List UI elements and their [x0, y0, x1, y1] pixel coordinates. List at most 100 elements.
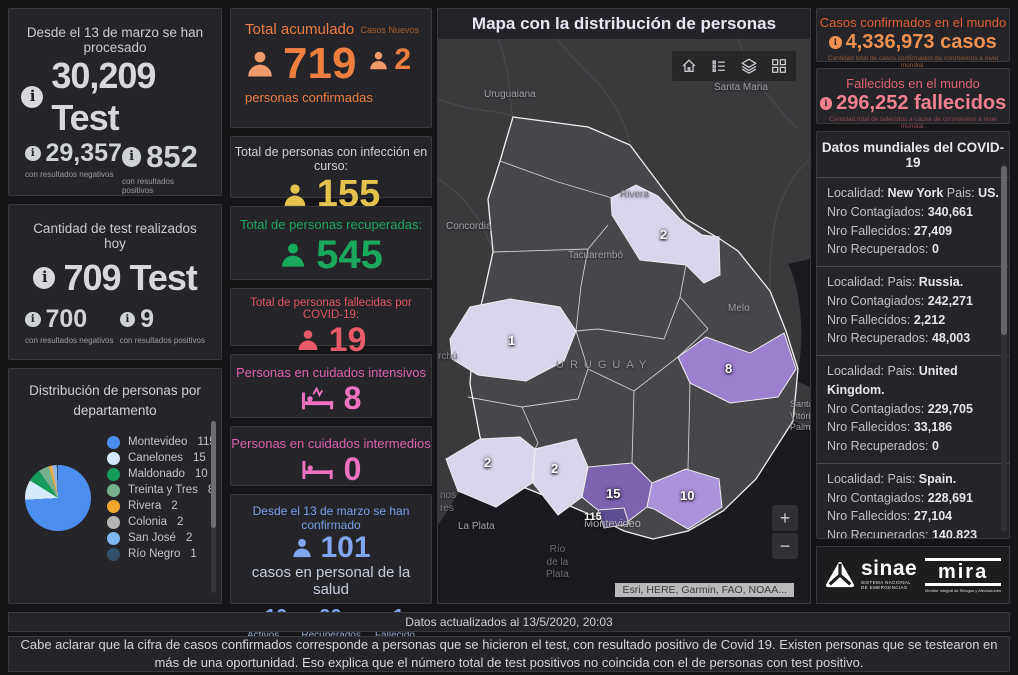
- accumulated-panel: Total acumulado 719 personas confirmadas…: [230, 8, 432, 128]
- legend-label: Rivera: [128, 500, 162, 512]
- map-zoom-controls: + −: [772, 505, 798, 559]
- tests-processed-title: Desde el 13 de marzo se han procesado: [26, 25, 204, 55]
- map-label-uruguaiana: Uruguaiana: [484, 89, 536, 100]
- last-updated-bar: Datos actualizados al 13/5/2020, 20:03: [8, 612, 1010, 632]
- tests-processed-panel: Desde el 13 de marzo se han procesado 30…: [8, 8, 222, 196]
- world-deaths-panel: Fallecidos en el mundo 296,252 fallecido…: [816, 68, 1010, 130]
- map-canvas[interactable]: Uruguaiana Santa Maria Concordia Rivera …: [438, 39, 810, 603]
- zoom-out-button[interactable]: −: [772, 533, 798, 559]
- positive-results-label: con resultados positivos: [121, 177, 174, 195]
- world-cases-title: Casos confirmados en el mundo: [819, 15, 1007, 30]
- legend-scrollbar-thumb[interactable]: [211, 421, 216, 528]
- mira-logo: mira Monitor Integral de Riesgos y Afect…: [925, 557, 1001, 593]
- department-distribution-panel: Distribución de personas por departament…: [8, 368, 222, 604]
- legend-swatch: [107, 547, 120, 561]
- active-cases-panel: Total de personas con infección en curso…: [230, 136, 432, 214]
- accumulated-value: 719: [283, 39, 357, 88]
- tests-today-value: 709 Test: [63, 257, 197, 298]
- pie-legend: Montevideo 115 Canelones 15 Maldonado 10 Tr…: [107, 435, 216, 561]
- health-staff-value: 101: [320, 531, 371, 564]
- legend-item: Montevideo 115: [107, 435, 216, 449]
- active-cases-title: Total de personas con infección en curso…: [234, 145, 428, 173]
- new-cases-label: Casos Nuevos: [360, 25, 419, 35]
- person-icon: [293, 539, 312, 558]
- mira-wordmark: mira: [925, 557, 1001, 586]
- left-column: Desde el 13 de marzo se han procesado 30…: [8, 8, 222, 604]
- map-label-uruguay: URUGUAY: [556, 359, 653, 371]
- legend-label: Río Negro: [128, 548, 181, 560]
- map-label-santa-maria: Santa Maria: [714, 82, 768, 93]
- recovered-value: 545: [316, 233, 383, 277]
- negative-results-label: con resultados negativos: [25, 336, 114, 345]
- map-value-san-jose: 2: [551, 461, 559, 476]
- world-deaths-caption: Cantidad total de fallecidos a causa de …: [829, 116, 997, 130]
- info-icon: [819, 97, 833, 110]
- map-value-colonia: 2: [484, 455, 492, 470]
- map-attribution[interactable]: Esri, HERE, Garmin, FAO, NOAA...: [615, 583, 794, 597]
- covid-dashboard: Desde el 13 de marzo se han procesado 30…: [0, 0, 1018, 675]
- legend-item: Rivera 2: [107, 499, 216, 513]
- positive-results-value: 9: [140, 305, 155, 333]
- distribution-body: Montevideo 115 Canelones 15 Maldonado 10 Tr…: [17, 435, 216, 561]
- info-icon: [25, 311, 41, 328]
- deaths-value: 19: [328, 321, 367, 359]
- bed-icon: [302, 460, 333, 480]
- legend-swatch: [107, 483, 120, 497]
- map-value-paysandu: 1: [508, 333, 516, 348]
- world-data-panel: Datos mundiales del COVID-19 Localidad: …: [816, 131, 1010, 539]
- world-deaths-title: Fallecidos en el mundo: [846, 76, 980, 91]
- info-icon: [21, 85, 44, 109]
- mira-caption: Monitor Integral de Riesgos y Afectacion…: [925, 587, 1001, 593]
- map-label-rivera: Rivera: [620, 189, 649, 200]
- icu-value: 8: [343, 380, 362, 416]
- layers-icon[interactable]: [736, 54, 762, 78]
- info-icon: [25, 145, 41, 162]
- world-data-entry: Localidad: Pais: Spain. Nro Contagiados:…: [817, 462, 1009, 538]
- legend-value: 10: [194, 468, 208, 480]
- middle-column: Total acumulado 719 personas confirmadas…: [230, 8, 432, 641]
- new-cases: Casos Nuevos 2: [360, 25, 419, 77]
- sinae-logo: sinae SISTEMA NACIONAL DE EMERGENCIAS: [825, 558, 917, 590]
- zoom-in-button[interactable]: +: [772, 505, 798, 531]
- department-pie-chart: [25, 465, 91, 531]
- negative-results-label: con resultados negativos: [25, 170, 114, 179]
- legend-value: 2: [177, 516, 184, 528]
- world-data-entry: Localidad: Pais: United Kingdom. Nro Con…: [817, 355, 1009, 463]
- map-label-buenos-aires: nos res: [440, 490, 457, 514]
- legend-label: Treinta y Tres: [128, 484, 198, 496]
- map-label-gualeguaychu: rchú: [438, 351, 458, 362]
- legend-list-icon[interactable]: [706, 54, 732, 78]
- negative-results-stat: 29,357 con resultados negativos: [25, 139, 122, 195]
- legend-scrollbar[interactable]: [211, 421, 216, 593]
- map-label-melo: Melo: [728, 303, 750, 314]
- legend-label: San José: [128, 532, 176, 544]
- map-value-canelones: 15: [606, 486, 621, 501]
- world-cases-panel: Casos confirmados en el mundo 4,336,973 …: [816, 8, 1010, 69]
- legend-swatch: [107, 467, 120, 481]
- intermediate-care-panel: Personas en cuidados intermedios 0: [230, 426, 432, 486]
- info-icon: [829, 36, 842, 49]
- legend-label: Colonia: [128, 516, 167, 528]
- legend-label: Maldonado: [128, 468, 185, 480]
- positive-results-label: con resultados positivos: [119, 336, 205, 345]
- map-label-la-plata: La Plata: [458, 521, 495, 532]
- world-data-scrollbar-thumb[interactable]: [1001, 166, 1007, 336]
- person-icon: [248, 51, 272, 77]
- map-value-montevideo: 115: [584, 511, 602, 523]
- map-title: Mapa con la distribución de personas: [471, 14, 777, 33]
- legend-value: 2: [171, 500, 178, 512]
- world-data-scrollbar[interactable]: [1001, 164, 1007, 532]
- basemap-grid-icon[interactable]: [766, 54, 792, 78]
- world-cases-value: 4,336,973 casos: [845, 31, 997, 53]
- recovered-title: Total de personas recuperadas:: [239, 217, 423, 232]
- tests-today-title: Cantidad de test realizados hoy: [33, 221, 197, 251]
- map-value-treinta-y-tres: 8: [725, 361, 733, 376]
- map-toolbar: [672, 51, 796, 81]
- negative-results-value: 29,357: [45, 139, 122, 167]
- home-icon[interactable]: [676, 54, 702, 78]
- map-label-concordia: Concordia: [446, 221, 492, 232]
- info-icon: [33, 266, 56, 290]
- legend-item: Canelones 15: [107, 451, 216, 465]
- legend-label: Canelones: [128, 452, 183, 464]
- recovered-panel: Total de personas recuperadas: 545: [230, 206, 432, 280]
